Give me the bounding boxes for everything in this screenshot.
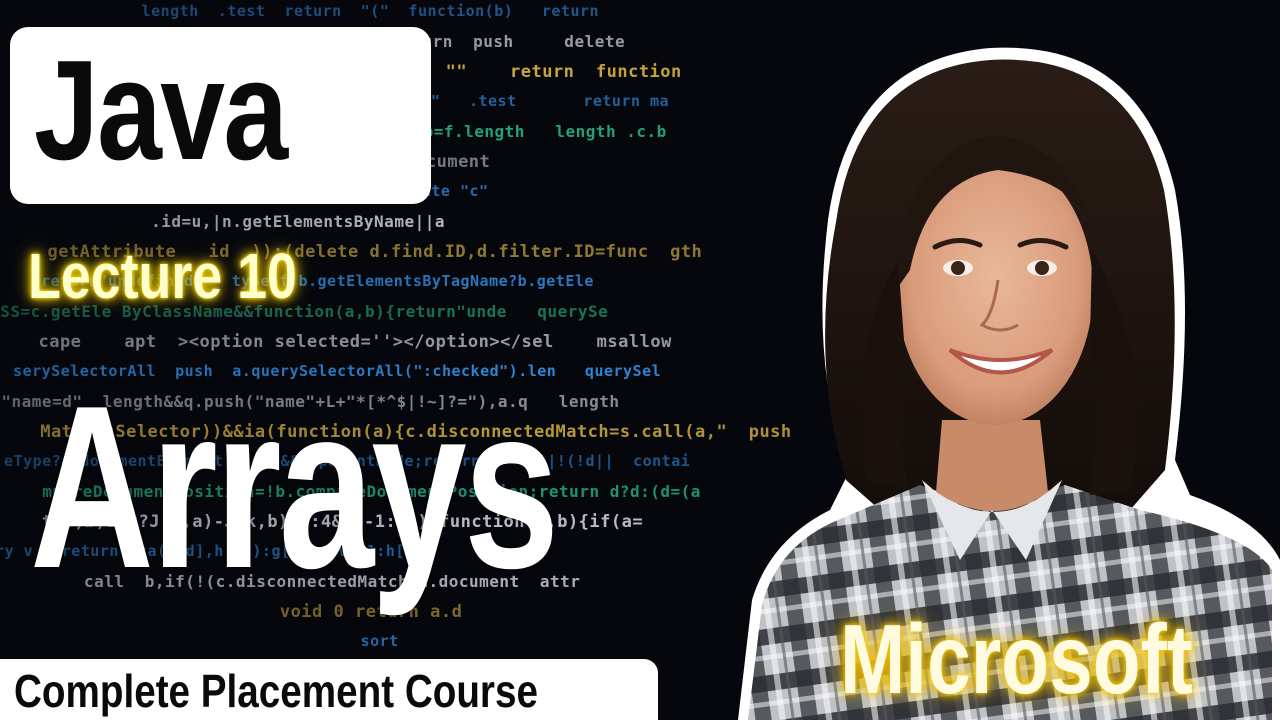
video-thumbnail: length .test return "(" function(b) retu…	[0, 0, 1280, 720]
code-line: length .test return "(" function(b) retu…	[0, 2, 619, 20]
lecture-number: Lecture 10	[28, 240, 297, 312]
code-line: cape apt ><option selected=''></option><…	[17, 332, 672, 352]
topic-title: Arrays	[30, 358, 559, 617]
code-line: .id=u,|n.getElementsByName||a	[0, 212, 466, 231]
company-label: Microsoft	[840, 604, 1193, 714]
course-language-title: Java	[34, 31, 288, 190]
course-name: Complete Placement Course	[14, 665, 538, 717]
code-line: sort	[27, 632, 418, 650]
neck	[936, 420, 1048, 511]
